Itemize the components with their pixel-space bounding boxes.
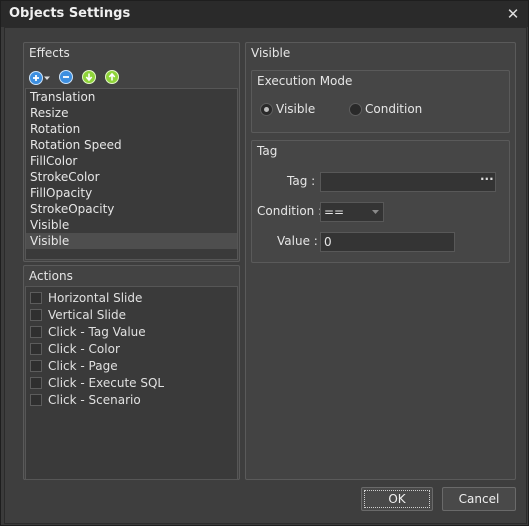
action-row[interactable]: Click - Execute SQL <box>26 374 237 391</box>
action-label: Click - Scenario <box>48 392 141 407</box>
radio-condition-label: Condition <box>365 102 423 116</box>
tag-group: Tag Tag : ··· Condition : == Value : 0 <box>251 140 510 263</box>
action-row[interactable]: Horizontal Slide <box>26 289 237 306</box>
action-row[interactable]: Vertical Slide <box>26 306 237 323</box>
checkbox[interactable] <box>30 325 42 338</box>
close-button[interactable]: ✕ <box>504 5 522 23</box>
action-label: Click - Page <box>48 358 118 373</box>
browse-button[interactable]: ··· <box>480 172 494 186</box>
list-item[interactable]: StrokeOpacity <box>26 201 237 217</box>
list-item[interactable]: FillColor <box>26 153 237 169</box>
objects-settings-dialog: Objects Settings ✕ Effects Translation R… <box>0 0 529 526</box>
detail-title: Visible <box>251 46 291 60</box>
action-label: Click - Execute SQL <box>48 375 165 390</box>
checkbox[interactable] <box>30 393 42 406</box>
list-item[interactable]: Rotation Speed <box>26 137 237 153</box>
list-item[interactable]: Visible <box>26 217 237 233</box>
action-label: Click - Tag Value <box>48 324 146 339</box>
chevron-down-icon <box>372 210 379 214</box>
effects-panel: Effects Translation Resize Rotation Rota… <box>23 42 240 262</box>
action-row[interactable]: Click - Scenario <box>26 391 237 408</box>
actions-panel: Actions Horizontal Slide Vertical Slide … <box>23 265 240 480</box>
actions-title: Actions <box>29 269 73 283</box>
checkbox[interactable] <box>30 342 42 355</box>
add-effect-button[interactable] <box>29 70 50 86</box>
list-item[interactable]: StrokeColor <box>26 169 237 185</box>
tag-input[interactable] <box>320 172 496 192</box>
checkbox[interactable] <box>30 376 42 389</box>
execution-mode-title: Execution Mode <box>257 74 353 88</box>
action-row[interactable]: Click - Color <box>26 340 237 357</box>
action-label: Horizontal Slide <box>48 290 143 305</box>
radio-visible[interactable] <box>260 103 273 116</box>
action-row[interactable]: Click - Page <box>26 357 237 374</box>
ok-button[interactable]: OK <box>361 487 433 511</box>
checkbox[interactable] <box>30 359 42 372</box>
close-icon: ✕ <box>506 5 520 23</box>
condition-select[interactable]: == <box>320 202 384 222</box>
cancel-button[interactable]: Cancel <box>442 487 516 511</box>
radio-condition[interactable] <box>349 103 362 116</box>
list-item-selected[interactable]: Visible <box>26 233 237 249</box>
chevron-down-icon <box>44 76 50 80</box>
checkbox[interactable] <box>30 308 42 321</box>
condition-label: Condition : <box>257 204 323 218</box>
list-item[interactable]: FillOpacity <box>26 185 237 201</box>
value-label: Value : <box>277 234 318 248</box>
condition-value: == <box>324 205 345 219</box>
radio-visible-label: Visible <box>276 102 316 116</box>
action-row[interactable]: Click - Tag Value <box>26 323 237 340</box>
effects-toolbar <box>29 70 119 86</box>
action-label: Vertical Slide <box>48 307 127 322</box>
effects-title: Effects <box>29 46 70 60</box>
detail-panel: Visible Execution Mode Visible Condition… <box>245 42 516 480</box>
execution-mode-group: Execution Mode Visible Condition <box>251 70 510 133</box>
move-up-icon[interactable] <box>105 70 119 84</box>
tag-group-title: Tag <box>257 144 278 158</box>
list-item[interactable]: Rotation <box>26 121 237 137</box>
move-down-icon[interactable] <box>82 70 96 84</box>
value-input[interactable]: 0 <box>320 232 455 252</box>
remove-icon[interactable] <box>59 70 73 84</box>
effects-list: Translation Resize Rotation Rotation Spe… <box>25 88 238 260</box>
list-item[interactable]: Resize <box>26 105 237 121</box>
actions-list: Horizontal Slide Vertical Slide Click - … <box>25 286 238 480</box>
add-icon <box>29 71 43 85</box>
dialog-title: Objects Settings <box>9 6 131 21</box>
list-item[interactable]: Translation <box>26 89 237 105</box>
action-label: Click - Color <box>48 341 120 356</box>
checkbox[interactable] <box>30 291 42 304</box>
title-bar: Objects Settings ✕ <box>1 1 528 27</box>
tag-label: Tag : <box>287 174 316 188</box>
dialog-body: Effects Translation Resize Rotation Rota… <box>4 27 527 524</box>
